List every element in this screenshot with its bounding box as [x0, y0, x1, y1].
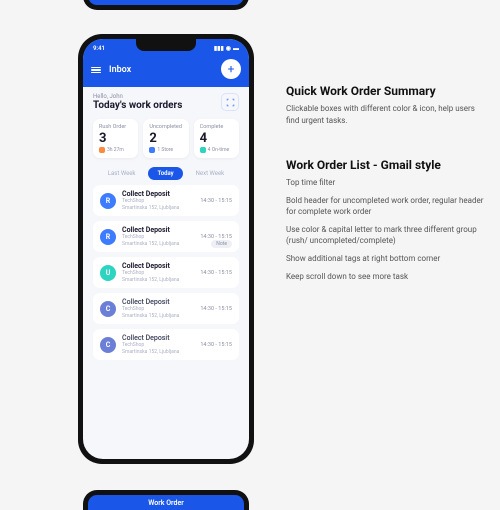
- greeting: Hello, John: [93, 93, 182, 100]
- annotation-title: Quick Work Order Summary: [286, 84, 486, 98]
- row-address: Smartinska 152, Ljubljana: [122, 313, 194, 320]
- annotation-title: Work Order List - Gmail style: [286, 158, 486, 172]
- status-indicators: ▮▮▮ ◉ ▬: [214, 45, 239, 52]
- row-time: 14:30 - 15:15: [200, 342, 232, 348]
- row-time: 14:30 - 15:15: [200, 234, 232, 240]
- list-item[interactable]: C Collect Deposit TechShop Smartinska 15…: [93, 329, 239, 360]
- list-item[interactable]: U Collect Deposit TechShop Smartinska 15…: [93, 257, 239, 288]
- scan-button[interactable]: [221, 93, 239, 111]
- battery-icon: ▬: [233, 45, 239, 52]
- menu-icon[interactable]: [91, 67, 101, 74]
- row-address: Smartinska 152, Ljubljana: [122, 349, 194, 356]
- row-address: Smartinska 152, Ljubljana: [122, 205, 194, 212]
- scan-icon: [226, 98, 235, 107]
- annotation-body: Keep scroll down to see more task: [286, 271, 486, 283]
- add-button[interactable]: +: [221, 59, 241, 79]
- row-title: Collect Deposit: [122, 190, 194, 198]
- card-value: 4: [200, 131, 233, 146]
- list-item[interactable]: R Collect Deposit TechShop Smartinska 15…: [93, 221, 239, 252]
- summary-cards: Rush Order 3 3h 27m Uncompleted 2 1 Stor…: [83, 115, 249, 164]
- card-value: 3: [99, 131, 132, 146]
- avatar: R: [100, 229, 116, 245]
- row-title: Collect Deposit: [122, 262, 194, 270]
- phone-peek-top: [83, 0, 249, 10]
- row-address: Smartinska 152, Ljubljana: [122, 277, 194, 284]
- row-title: Collect Deposit: [122, 226, 194, 234]
- annotation-body: Bold header for uncompleted work order, …: [286, 195, 486, 218]
- card-label: Complete: [200, 124, 233, 130]
- headline: Today's work orders: [93, 100, 182, 111]
- row-content: Collect Deposit TechShop Smartinska 152,…: [122, 226, 194, 247]
- hero: Hello, John Today's work orders: [83, 87, 249, 115]
- notch: [136, 39, 196, 51]
- avatar: R: [100, 193, 116, 209]
- time-tabs: Last WeekToday Next Week: [83, 164, 249, 185]
- row-title: Collect Deposit: [122, 298, 194, 306]
- list-item[interactable]: R Collect Deposit TechShop Smartinska 15…: [93, 185, 239, 216]
- avatar: C: [100, 301, 116, 317]
- card-dot-icon: [200, 147, 206, 153]
- card-dot-icon: [99, 147, 105, 153]
- card-dot-icon: [149, 147, 155, 153]
- card-footer: 1 Store: [149, 147, 182, 153]
- phone-frame: 9:41 ▮▮▮ ◉ ▬ Inbox + Hello, John Today's…: [78, 34, 254, 464]
- annotation-list: Work Order List - Gmail style Top time f…: [286, 158, 486, 288]
- card-value: 2: [149, 131, 182, 146]
- card-footer: 4 On-time: [200, 147, 233, 153]
- row-title: Collect Deposit: [122, 334, 194, 342]
- summary-card-0[interactable]: Rush Order 3 3h 27m: [93, 119, 138, 158]
- avatar: C: [100, 337, 116, 353]
- row-time: 14:30 - 15:15: [200, 270, 232, 276]
- screen: 9:41 ▮▮▮ ◉ ▬ Inbox + Hello, John Today's…: [83, 39, 249, 459]
- card-label: Rush Order: [99, 124, 132, 130]
- card-label: Uncompleted: [149, 124, 182, 130]
- summary-card-1[interactable]: Uncompleted 2 1 Store: [143, 119, 188, 158]
- tab-next week[interactable]: Next Week: [187, 167, 234, 180]
- wifi-icon: ◉: [226, 45, 231, 52]
- row-tag: Note: [211, 240, 232, 248]
- app-bar: Inbox +: [83, 53, 249, 87]
- list-item[interactable]: C Collect Deposit TechShop Smartinska 15…: [93, 293, 239, 324]
- card-footer: 3h 27m: [99, 147, 132, 153]
- row-content: Collect Deposit TechShop Smartinska 152,…: [122, 298, 194, 319]
- row-content: Collect Deposit TechShop Smartinska 152,…: [122, 190, 194, 211]
- phone-peek-bottom: Work Order: [83, 490, 249, 510]
- peek-bottom-title: Work Order: [88, 495, 244, 507]
- work-order-list[interactable]: R Collect Deposit TechShop Smartinska 15…: [83, 185, 249, 370]
- annotation-body: Use color & capital letter to mark three…: [286, 224, 486, 247]
- annotation-body: Clickable boxes with different color & i…: [286, 103, 486, 126]
- row-address: Smartinska 152, Ljubljana: [122, 241, 194, 248]
- avatar: U: [100, 265, 116, 281]
- annotation-summary: Quick Work Order Summary Clickable boxes…: [286, 84, 486, 132]
- row-time: 14:30 - 15:15: [200, 306, 232, 312]
- row-content: Collect Deposit TechShop Smartinska 152,…: [122, 262, 194, 283]
- page-title: Inbox: [109, 65, 131, 75]
- status-time: 9:41: [93, 45, 105, 52]
- tab-last week[interactable]: Last Week: [99, 167, 145, 180]
- row-content: Collect Deposit TechShop Smartinska 152,…: [122, 334, 194, 355]
- tab-today[interactable]: Today: [148, 167, 182, 180]
- signal-icon: ▮▮▮: [214, 45, 224, 52]
- summary-card-2[interactable]: Complete 4 4 On-time: [194, 119, 239, 158]
- annotation-body: Top time filter: [286, 177, 486, 189]
- annotation-body: Show additional tags at right bottom cor…: [286, 253, 486, 265]
- row-time: 14:30 - 15:15: [200, 198, 232, 204]
